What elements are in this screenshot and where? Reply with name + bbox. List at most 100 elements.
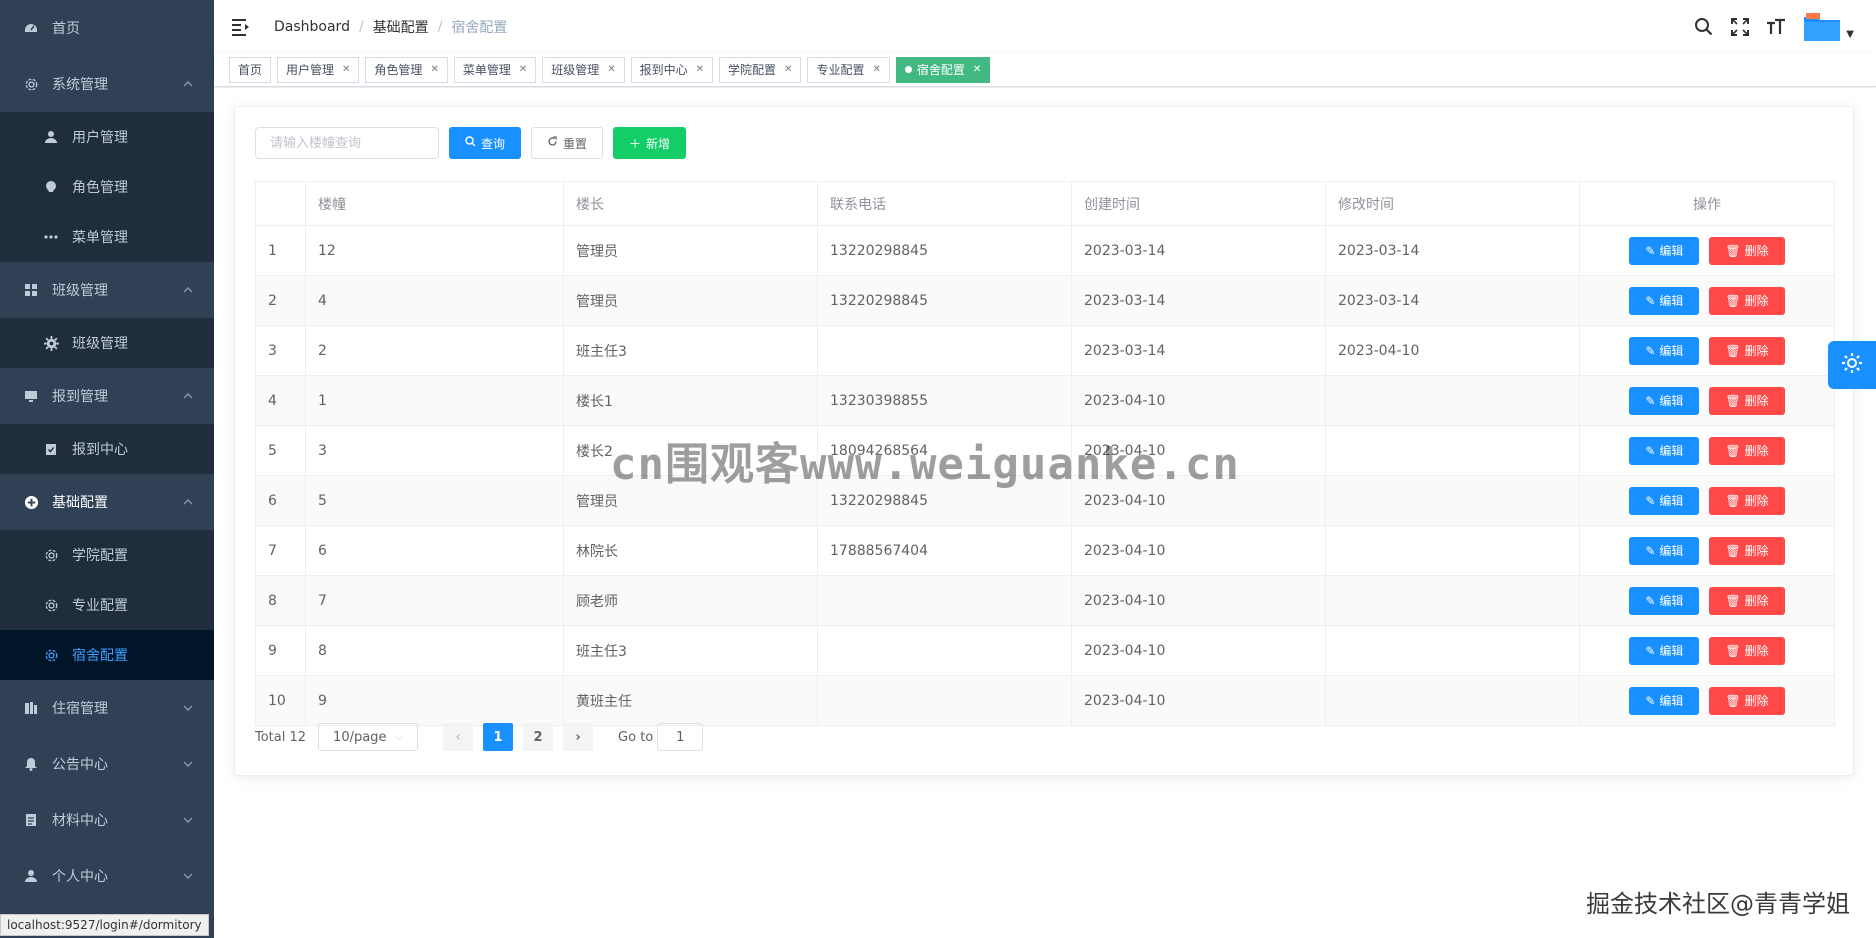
page-button[interactable]: 1: [483, 723, 514, 751]
edit-button[interactable]: ✎ 编辑: [1629, 386, 1700, 415]
avatar[interactable]: [1802, 11, 1842, 43]
table-cell: [817, 675, 1072, 726]
delete-button[interactable]: 🗑 删除: [1709, 336, 1785, 365]
close-icon[interactable]: ✕: [342, 64, 350, 75]
edit-button[interactable]: ✎ 编辑: [1629, 536, 1700, 565]
sidebar-item[interactable]: 住宿管理: [0, 680, 214, 736]
sidebar-subitem[interactable]: 专业配置: [0, 580, 214, 630]
delete-button[interactable]: 🗑 删除: [1709, 586, 1785, 615]
delete-button[interactable]: 🗑 删除: [1709, 236, 1785, 265]
breadcrumb-item[interactable]: 基础配置: [373, 17, 429, 37]
delete-button-label: 删除: [1744, 644, 1769, 658]
page-size-select[interactable]: 10/page ⌵: [318, 723, 419, 751]
edit-button[interactable]: ✎ 编辑: [1629, 286, 1700, 315]
close-icon[interactable]: ✕: [430, 64, 438, 75]
table-cell: 班主任3: [563, 625, 818, 676]
search-icon[interactable]: [1692, 15, 1716, 39]
tag-1[interactable]: 用户管理 ✕: [277, 56, 360, 83]
add-button-label: 新增: [646, 136, 671, 151]
next-page-button[interactable]: ›: [563, 723, 594, 751]
close-icon[interactable]: ✕: [696, 64, 704, 75]
sidebar-subitem[interactable]: 班级管理: [0, 318, 214, 368]
table-row: 9 8 班主任3 2023-04-10 ✎ 编辑 🗑 删除: [255, 625, 1835, 676]
breadcrumb-separator: /: [437, 18, 443, 35]
gear-icon: [42, 546, 60, 564]
sidebar-item[interactable]: 报到管理: [0, 368, 214, 424]
tag-5[interactable]: 报到中心 ✕: [630, 56, 714, 83]
edit-button[interactable]: ✎ 编辑: [1629, 336, 1700, 365]
tag-7[interactable]: 专业配置 ✕: [807, 56, 890, 83]
sidebar-subitem[interactable]: 用户管理: [0, 112, 214, 162]
tag-6[interactable]: 学院配置 ✕: [719, 56, 802, 83]
sidebar-item[interactable]: 材料中心: [0, 792, 214, 848]
tag-8[interactable]: 宿舍配置 ✕: [895, 56, 991, 83]
tag-0[interactable]: 首页: [229, 56, 272, 83]
prev-page-button[interactable]: ‹: [443, 723, 474, 751]
delete-button[interactable]: 🗑 删除: [1709, 536, 1785, 565]
table-row: 3 2 班主任3 2023-03-14 2023-04-10 ✎ 编辑 🗑 删除: [255, 325, 1835, 376]
sidebar-subitem[interactable]: 角色管理: [0, 162, 214, 212]
sidebar-subitem[interactable]: 宿舍配置: [0, 630, 214, 680]
tag-4[interactable]: 班级管理 ✕: [542, 56, 625, 83]
close-icon[interactable]: ✕: [607, 64, 615, 75]
query-button[interactable]: 查询: [449, 127, 522, 159]
hamburger-menu-icon[interactable]: [230, 16, 252, 38]
tag-3[interactable]: 菜单管理 ✕: [453, 56, 537, 83]
actions-cell: ✎ 编辑 🗑 删除: [1579, 675, 1835, 726]
delete-button[interactable]: 🗑 删除: [1709, 386, 1785, 415]
column-header-created: 创建时间: [1071, 181, 1326, 226]
reset-button[interactable]: 重置: [531, 127, 604, 159]
edit-button[interactable]: ✎ 编辑: [1629, 686, 1700, 715]
sidebar-item[interactable]: 基础配置: [0, 474, 214, 530]
sidebar-subitem[interactable]: 菜单管理: [0, 212, 214, 262]
sidebar-item[interactable]: 个人中心: [0, 848, 214, 904]
close-icon[interactable]: ✕: [519, 64, 527, 75]
close-icon[interactable]: ✕: [872, 64, 880, 75]
delete-button[interactable]: 🗑 删除: [1709, 286, 1785, 315]
sidebar-submenu: 用户管理 角色管理 菜单管理: [0, 112, 214, 262]
delete-button[interactable]: 🗑 删除: [1709, 486, 1785, 515]
edit-button[interactable]: ✎ 编辑: [1629, 486, 1700, 515]
gear-icon: [42, 596, 60, 614]
breadcrumb-item[interactable]: Dashboard: [274, 19, 350, 35]
navbar-right: ▼: [1680, 0, 1854, 53]
close-icon[interactable]: ✕: [973, 64, 981, 75]
table-row: 1 12 管理员 13220298845 2023-03-14 2023-03-14 ✎ 编辑…: [255, 225, 1835, 276]
delete-button[interactable]: 🗑 删除: [1709, 636, 1785, 665]
edit-button[interactable]: ✎ 编辑: [1629, 236, 1700, 265]
sidebar-item[interactable]: 公告中心: [0, 736, 214, 792]
building-icon: [22, 699, 40, 717]
close-icon[interactable]: ✕: [784, 64, 792, 75]
chevron-up-icon: [182, 496, 194, 508]
table-cell: 5: [255, 425, 306, 476]
sidebar-subitem[interactable]: 学院配置: [0, 530, 214, 580]
building-search-input[interactable]: [255, 127, 439, 159]
table-cell: 3: [305, 425, 564, 476]
sidebar-subitem[interactable]: 报到中心: [0, 424, 214, 474]
sidebar-item[interactable]: 系统管理: [0, 56, 214, 112]
table-cell: 2023-04-10: [1071, 575, 1326, 626]
delete-button[interactable]: 🗑 删除: [1709, 436, 1785, 465]
sidebar-item[interactable]: 班级管理: [0, 262, 214, 318]
role-icon: [42, 178, 60, 196]
page-button[interactable]: 2: [523, 723, 554, 751]
edit-button[interactable]: ✎ 编辑: [1629, 586, 1700, 615]
font-size-icon[interactable]: [1764, 15, 1788, 39]
goto-input[interactable]: 1: [657, 723, 704, 751]
caret-down-icon[interactable]: ▼: [1846, 29, 1854, 40]
query-button-label: 查询: [481, 136, 506, 151]
actions-cell: ✎ 编辑 🗑 删除: [1579, 325, 1835, 376]
fullscreen-icon[interactable]: [1728, 15, 1752, 39]
sidebar-subitem-label: 班级管理: [72, 336, 128, 352]
edit-button[interactable]: ✎ 编辑: [1629, 636, 1700, 665]
delete-button-label: 删除: [1744, 244, 1769, 258]
sidebar-item[interactable]: 首页: [0, 0, 214, 56]
edit-button[interactable]: ✎ 编辑: [1629, 436, 1700, 465]
delete-button[interactable]: 🗑 删除: [1709, 686, 1785, 715]
table-row: 10 9 黄班主任 2023-04-10 ✎ 编辑 🗑 删除: [255, 675, 1835, 726]
tag-2[interactable]: 角色管理 ✕: [365, 56, 448, 83]
settings-button[interactable]: [1828, 341, 1876, 389]
dashboard-icon: [22, 19, 40, 37]
add-button[interactable]: ＋ 新增: [613, 127, 687, 159]
sidebar-item-label: 报到管理: [52, 389, 108, 405]
